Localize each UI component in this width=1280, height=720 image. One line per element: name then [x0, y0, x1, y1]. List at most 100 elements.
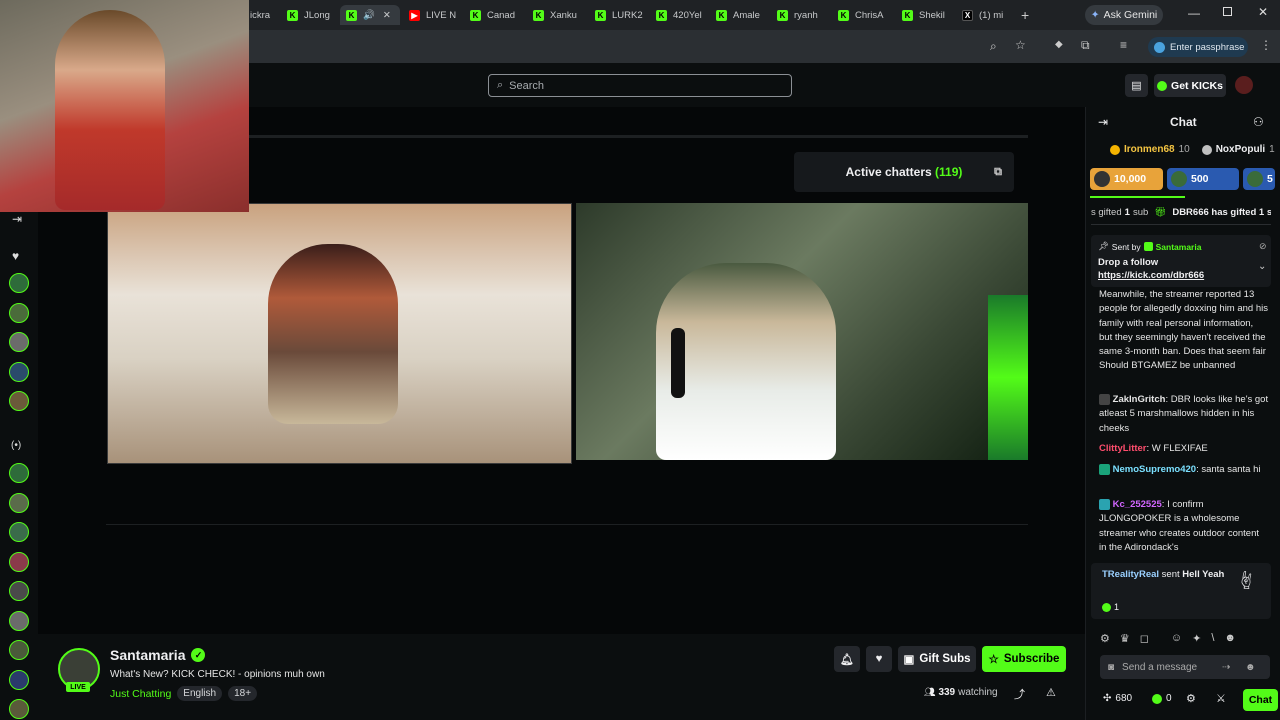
zoom-icon[interactable]: ⌕ [990, 39, 997, 54]
browser-tab[interactable]: K ChrisA [838, 5, 886, 25]
notifications-bell-button[interactable]: 🔔︎ [834, 646, 860, 672]
collapse-chat-icon[interactable]: ⇥ [1098, 115, 1108, 129]
command-icon[interactable]: ⇢ [1222, 662, 1230, 673]
channel-name[interactable]: Santamaria [110, 647, 185, 663]
share-icon[interactable]: ⤴ [1014, 686, 1025, 702]
user-settings-icon[interactable]: ⚇ [1253, 115, 1264, 129]
sidebar-channel-avatar[interactable] [9, 522, 29, 542]
report-icon[interactable]: ⚠ [1046, 686, 1056, 699]
goal-card[interactable]: 5 [1243, 168, 1275, 190]
pinned-text: Drop a follow [1098, 257, 1159, 268]
follow-button[interactable]: ♥ [866, 646, 892, 672]
active-chatters-panel[interactable]: Active chatters (119) ⧉ [794, 152, 1014, 192]
passphrase-button[interactable]: Enter passphrase [1148, 37, 1248, 57]
browser-tab[interactable]: X (1) mi [962, 5, 1008, 25]
sidebar-channel-avatar[interactable] [9, 699, 29, 719]
emote-icon[interactable]: ☺ [1171, 632, 1182, 648]
browser-tab[interactable]: K Canad [470, 5, 518, 25]
extension-diamond-icon[interactable]: ◆ [1055, 39, 1063, 50]
pinned-link[interactable]: https://kick.com/dbr666 [1098, 270, 1204, 281]
chat-username[interactable]: NemoSupremo420 [1113, 464, 1196, 475]
sidebar-channel-avatar[interactable] [9, 493, 29, 513]
sidebar-channel-avatar[interactable] [9, 670, 29, 690]
menu-dots-icon[interactable]: ⋮ [1260, 38, 1272, 52]
crown-icon[interactable]: ♛ [1120, 632, 1130, 648]
sidebar-channel-avatar[interactable] [9, 332, 29, 352]
get-kicks-button[interactable]: Get KICKs [1154, 74, 1226, 97]
emote-icon[interactable]: ⚙ [1100, 632, 1110, 648]
sidebar-channel-avatar[interactable] [9, 581, 29, 601]
browser-tab[interactable]: K 420Yel [656, 5, 704, 25]
emote-icon[interactable]: ◻ [1140, 632, 1149, 648]
user-avatar[interactable] [1235, 76, 1253, 94]
watching-label: watching [958, 687, 998, 698]
gift-count-value: 1 [1114, 602, 1120, 612]
new-tab-icon[interactable]: + [1021, 7, 1029, 23]
emote-icon[interactable]: ✦ [1192, 632, 1201, 648]
star-icon[interactable]: ☆ [1015, 38, 1026, 52]
browser-tab[interactable]: K Xanku [533, 5, 581, 25]
layout-icon[interactable]: ▤ [1125, 74, 1148, 97]
sidebar-channel-avatar[interactable] [9, 463, 29, 483]
category-link[interactable]: Just Chatting [110, 688, 171, 700]
chat-username[interactable]: ZakInGritch [1113, 394, 1166, 405]
tag-pill[interactable]: English [177, 686, 223, 701]
sidebar-channel-avatar[interactable] [9, 362, 29, 382]
goal-card[interactable]: 10,000 [1090, 168, 1163, 190]
gemini-icon: ✦ [1090, 9, 1100, 21]
unpin-icon[interactable]: ⊘ [1259, 241, 1267, 252]
emote-icon[interactable]: ☻ [1224, 632, 1236, 648]
browser-tab[interactable]: ▶ LIVE N [409, 5, 457, 25]
gift-subs-button[interactable]: ▣ Gift Subs [898, 646, 976, 672]
chat-send-button[interactable]: Chat [1243, 689, 1278, 711]
top-gifters-row: Ironmen68 10 NoxPopuli 1 [1110, 144, 1275, 155]
goal-card[interactable]: 500 [1167, 168, 1239, 190]
moderation-icon[interactable]: ⚔ [1216, 692, 1226, 705]
ask-gemini-button[interactable]: ✦ Ask Gemini [1085, 5, 1163, 25]
minimize-icon[interactable]: — [1188, 6, 1200, 20]
close-icon[interactable]: ✕ [383, 10, 391, 21]
maximize-icon[interactable] [1223, 7, 1232, 16]
tag-pill[interactable]: 18+ [228, 686, 258, 701]
chevron-down-icon[interactable]: ⌄ [1258, 261, 1266, 272]
channel-points[interactable]: ✣ 680 [1103, 693, 1132, 704]
search-input[interactable]: ⌕ Search [488, 74, 792, 97]
pin-icon: 📌︎ [1098, 241, 1109, 251]
tab-label: 420Yel [673, 9, 702, 21]
emoji-icon[interactable]: ☻ [1245, 662, 1256, 673]
top-gifter-name[interactable]: Ironmen68 [1124, 144, 1175, 155]
gear-icon[interactable]: ⚙ [1186, 692, 1196, 705]
gift-sender[interactable]: TRealityReal [1102, 569, 1159, 580]
top-gifter-name[interactable]: NoxPopuli [1216, 144, 1265, 155]
browser-tab[interactable]: ickra [250, 5, 272, 25]
close-window-icon[interactable]: ✕ [1258, 5, 1268, 19]
gift-count: 1 [1102, 602, 1119, 612]
browser-tab[interactable]: K LURK2 [595, 5, 643, 25]
browser-tab[interactable]: K Shekil [902, 5, 948, 25]
collapse-sidebar-icon[interactable]: ⇥ [12, 212, 22, 226]
extensions-icon[interactable]: ⧉ [1081, 38, 1090, 53]
browser-tab[interactable]: K Amale [716, 5, 764, 25]
popout-icon[interactable]: ⧉ [994, 166, 1002, 179]
chat-username[interactable]: ClittyLitter [1099, 443, 1147, 454]
pinned-user[interactable]: Santamaria [1156, 242, 1202, 252]
points-value: 680 [1115, 693, 1133, 704]
pinned-message[interactable]: 📌︎ Sent by Santamaria Drop a follow http… [1091, 235, 1271, 287]
points-icon: ✣ [1103, 693, 1112, 704]
sidebar-channel-avatar[interactable] [9, 552, 29, 572]
media-control-icon[interactable]: ≡ [1120, 38, 1127, 52]
sidebar-channel-avatar[interactable] [9, 273, 29, 293]
sidebar-channel-avatar[interactable] [9, 303, 29, 323]
browser-tab-active[interactable]: K 🔊 ✕ [340, 5, 400, 25]
chat-message-input[interactable]: ◙ Send a message ⇢ ☻ [1100, 655, 1270, 679]
sidebar-channel-avatar[interactable] [9, 611, 29, 631]
sidebar-channel-avatar[interactable] [9, 640, 29, 660]
tab-label: ryanh [794, 9, 818, 21]
browser-tab[interactable]: Kryanh [777, 5, 825, 25]
sidebar-channel-avatar[interactable] [9, 391, 29, 411]
chat-username[interactable]: Kc_252525 [1113, 499, 1162, 510]
browser-tab[interactable]: K JLong [287, 5, 335, 25]
emote-icon[interactable]: \ [1211, 632, 1214, 648]
subscribe-button[interactable]: ☆ Subscribe [982, 646, 1066, 672]
kicks-balance[interactable]: 0 [1152, 693, 1172, 704]
